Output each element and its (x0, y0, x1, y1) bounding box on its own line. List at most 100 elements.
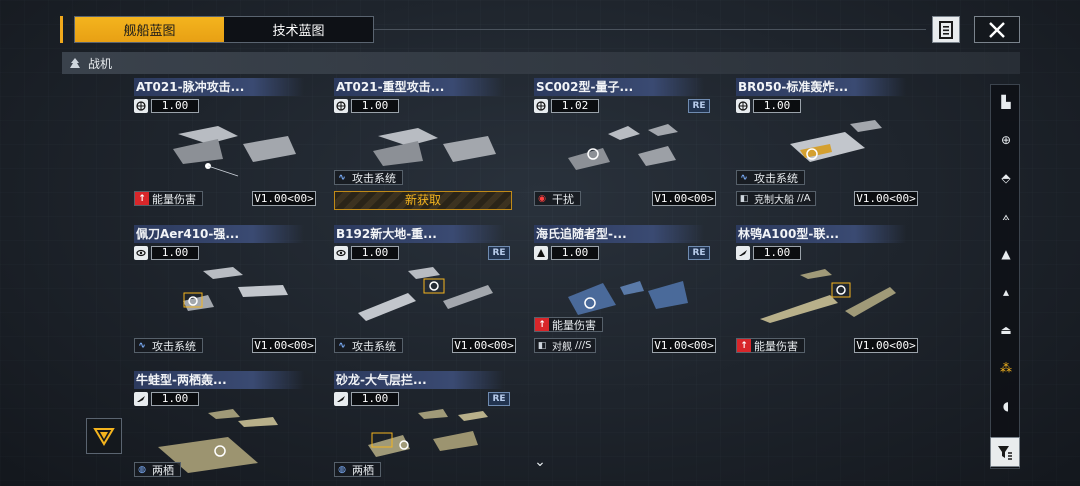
globe-icon: ◍ (138, 464, 146, 475)
category-corvette-icon[interactable]: ▴ (991, 277, 1021, 307)
trait-tag: ↑ 能量伤害 (736, 338, 805, 353)
trait-label: 能量伤害 (754, 339, 798, 353)
version-value: 1.00 (151, 246, 199, 260)
document-button[interactable] (932, 16, 960, 43)
rank-badge-button[interactable] (86, 418, 122, 454)
category-other-icon[interactable]: ◖ (991, 391, 1021, 421)
jam-icon: ◉ (538, 193, 546, 204)
version-value: 1.00 (151, 99, 199, 113)
counter-tag: ◧ 克制大船 //A (736, 191, 816, 206)
version-row: 1.00 (736, 246, 801, 260)
category-destroyer-icon[interactable]: ⟑ (991, 201, 1021, 231)
version-value: 1.00 (551, 246, 599, 260)
blueprint-card[interactable]: 海氏追随者型-... 1.00 RE ↑ 能量伤害 ◧ 对舰 ///S V1.0… (534, 225, 716, 360)
tab-ship-blueprint[interactable]: 舰船蓝图 (75, 17, 224, 42)
counter-tag: ◧ 对舰 ///S (534, 338, 597, 353)
wave-icon: ∿ (740, 172, 748, 183)
build-version: V1.00<00> (252, 191, 316, 206)
category-fighter-icon[interactable]: ⁂ (991, 353, 1021, 383)
trait-label: 攻击系统 (152, 339, 196, 353)
category-support-icon[interactable]: ⏏ (991, 315, 1021, 345)
card-title: B192新大地-重... (334, 225, 504, 243)
category-carrier-icon[interactable]: ▙ (991, 87, 1021, 117)
trait-tag: ∿ 攻击系统 (334, 170, 403, 185)
version-value: 1.00 (351, 392, 399, 406)
fighter-category-icon (70, 58, 80, 68)
filter-button[interactable] (990, 437, 1020, 467)
close-button[interactable] (974, 16, 1020, 43)
section-title: 战机 (88, 56, 113, 71)
re-badge: RE (688, 246, 710, 260)
card-title: 海氏追随者型-... (534, 225, 704, 243)
version-row: 1.00 (134, 392, 199, 406)
blueprint-card[interactable]: 砂龙-大气层拦... 1.00 RE ◍ 两栖 (334, 371, 516, 486)
blueprint-card[interactable]: AT021-脉冲攻击... 1.00 ↑ 能量伤害 V1.00<00> (134, 78, 316, 213)
version-row: 1.02 (534, 99, 599, 113)
trait-tag: ◍ 两栖 (134, 462, 181, 477)
card-title: BR050-标准轰炸... (736, 78, 906, 96)
new-acquired-banner: 新获取 (334, 191, 512, 210)
trait-tag: ∿ 攻击系统 (134, 338, 203, 353)
globe-icon (334, 99, 348, 113)
fighter-ship-image (358, 267, 493, 321)
tab-accent-bar (60, 16, 63, 43)
section-header: 战机 (62, 52, 1020, 74)
card-title: 牛蛙型-两栖轰... (134, 371, 304, 389)
blueprint-card[interactable]: B192新大地-重... 1.00 RE ∿ 攻击系统 V1.00<00> (334, 225, 516, 360)
energy-damage-icon: ↑ (737, 339, 751, 352)
fighter-ship-image (183, 267, 288, 311)
counter-icon: ◧ (739, 193, 749, 204)
trait-label: 攻击系统 (352, 171, 396, 185)
version-row: 1.00 (534, 246, 599, 260)
wing-icon (334, 392, 348, 406)
trait-label: 两栖 (152, 463, 174, 477)
version-row: 1.00 (736, 99, 801, 113)
eye-icon (334, 246, 348, 260)
filter-icon (998, 446, 1012, 460)
category-battleship-icon[interactable]: ⊕ (991, 125, 1021, 155)
version-value: 1.00 (351, 99, 399, 113)
chevron-down-icon[interactable]: ⌄ (531, 455, 549, 469)
wave-icon: ∿ (338, 340, 346, 351)
wing-icon (736, 246, 750, 260)
blueprint-card[interactable]: 林鸮A100型-联... 1.00 ↑ 能量伤害 V1.00<00> (736, 225, 918, 360)
blueprint-card[interactable]: 牛蛙型-两栖轰... 1.00 ◍ 两栖 (134, 371, 316, 486)
version-value: 1.00 (753, 246, 801, 260)
energy-damage-icon: ↑ (135, 192, 149, 205)
re-badge: RE (488, 392, 510, 406)
tab-tech-blueprint[interactable]: 技术蓝图 (224, 17, 373, 42)
header-divider (374, 29, 926, 30)
build-version: V1.00<00> (652, 191, 716, 206)
re-badge: RE (488, 246, 510, 260)
blueprint-tabs: 舰船蓝图 技术蓝图 (74, 16, 374, 43)
version-value: 1.00 (753, 99, 801, 113)
category-cruiser-icon[interactable]: ⬘ (991, 163, 1021, 193)
blueprint-card[interactable]: 佩刀Aer410-强... 1.00 ∿ 攻击系统 V1.00<00> (134, 225, 316, 360)
wave-icon: ∿ (138, 340, 146, 351)
fighter-ship-image (173, 126, 296, 177)
globe-icon: ◍ (338, 464, 346, 475)
eye-icon (134, 246, 148, 260)
build-version: V1.00<00> (854, 191, 918, 206)
card-title: AT021-脉冲攻击... (134, 78, 304, 96)
version-row: 1.00 (334, 392, 399, 406)
version-row: 1.00 (134, 99, 199, 113)
counter-label: 对舰 (552, 342, 572, 353)
blueprint-card[interactable]: BR050-标准轰炸... 1.00 ∿ 攻击系统 ◧ 克制大船 //A V1.… (736, 78, 918, 213)
build-version: V1.00<00> (252, 338, 316, 353)
version-value: 1.00 (151, 392, 199, 406)
blueprint-card[interactable]: AT021-重型攻击... 1.00 ∿ 攻击系统 新获取 (334, 78, 516, 213)
fighter-ship-image (568, 124, 678, 170)
blueprint-card[interactable]: SC002型-量子... 1.02 RE ◉ 干扰 V1.00<00> (534, 78, 716, 213)
build-version: V1.00<00> (652, 338, 716, 353)
card-title: SC002型-量子... (534, 78, 704, 96)
document-icon (939, 20, 953, 39)
version-row: 1.00 (334, 99, 399, 113)
version-value: 1.00 (351, 246, 399, 260)
category-rail: ▙ ⊕ ⬘ ⟑ ▲ ▴ ⏏ ⁂ ◖ (990, 84, 1020, 469)
trait-tag: ◍ 两栖 (334, 462, 381, 477)
trait-label: 能量伤害 (152, 192, 196, 206)
category-frigate-icon[interactable]: ▲ (991, 239, 1021, 269)
counter-rank: ///S (575, 340, 592, 351)
trait-label: 干扰 (552, 192, 574, 206)
